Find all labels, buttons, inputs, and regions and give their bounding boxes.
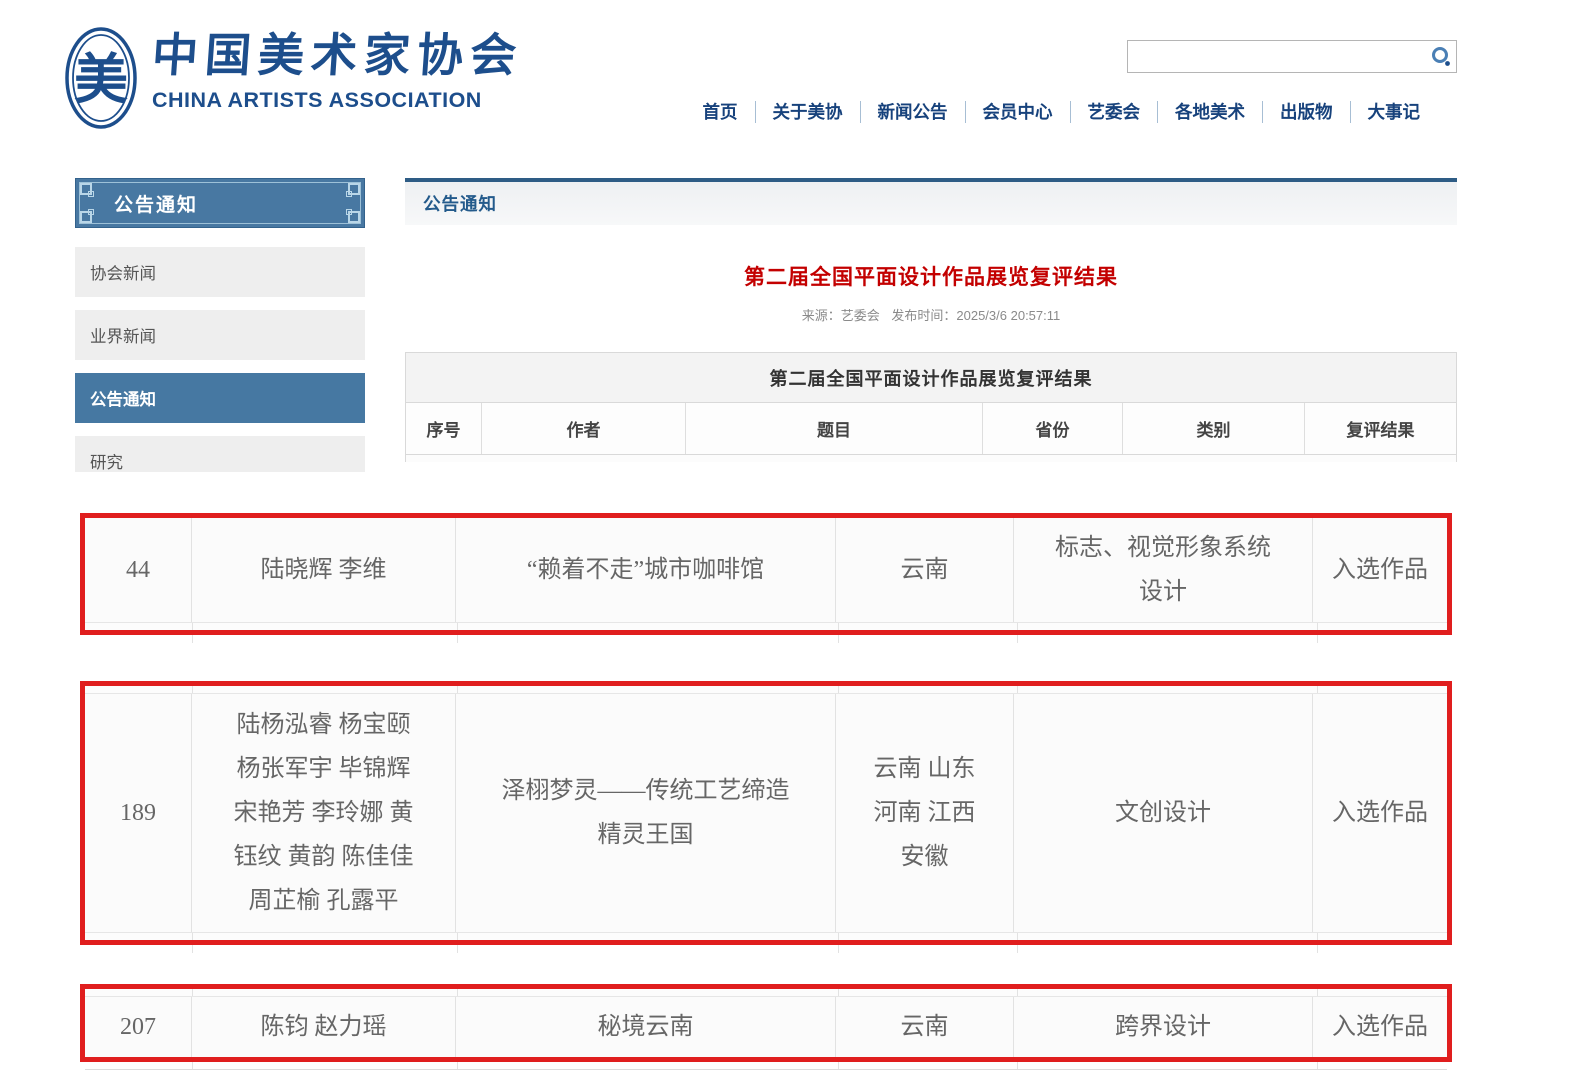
logo-seal-icon: 美 — [64, 26, 138, 130]
table-row-189: 189 陆杨泓睿 杨宝颐 杨张军宇 毕锦辉 宋艳芳 李玲娜 黄 钰纹 黄韵 陈佳… — [80, 681, 1452, 945]
site-header: 美 中国美术家协会 CHINA ARTISTS ASSOCIATION 首页 — [0, 0, 1586, 150]
cell-province: 云南 — [836, 518, 1014, 622]
content-row: 公告通知 协会新闻 业界新闻 公告通知 研究 公告通知 第二届全国平面设计作品展… — [0, 150, 1586, 472]
cell-title: “赖着不走”城市咖啡馆 — [456, 518, 836, 622]
cell-title: 泽栩梦灵——传统工艺缔造 精灵王国 — [456, 694, 836, 932]
table-row: 189 陆杨泓睿 杨宝颐 杨张军宇 毕锦辉 宋艳芳 李玲娜 黄 钰纹 黄韵 陈佳… — [85, 694, 1447, 932]
main-content: 公告通知 第二届全国平面设计作品展览复评结果 来源：艺委会 发布时间：2025/… — [405, 178, 1457, 472]
nav-item-news-announcements[interactable]: 新闻公告 — [860, 101, 965, 123]
article-meta: 来源：艺委会 发布时间：2025/3/6 20:57:11 — [405, 305, 1457, 324]
column-header-serial: 序号 — [406, 403, 482, 454]
column-header-authors: 作者 — [482, 403, 686, 454]
meta-published: 发布时间：2025/3/6 20:57:11 — [891, 308, 1060, 323]
meta-source: 来源：艺委会 — [802, 308, 880, 323]
svg-text:美: 美 — [74, 50, 128, 110]
cell-province: 云南 山东 河南 江西 安徽 — [836, 694, 1014, 932]
table-row: 207 陈钧 赵力瑶 秘境云南 云南 跨界设计 入选作品 — [85, 997, 1447, 1057]
cell-serial: 44 — [85, 518, 192, 622]
cell-title: 秘境云南 — [456, 997, 836, 1057]
cell-serial: 189 — [85, 694, 192, 932]
column-header-title: 题目 — [686, 403, 983, 454]
breadcrumb: 公告通知 — [423, 191, 497, 216]
corner-ornament-icon — [346, 209, 362, 225]
cell-authors: 陆杨泓睿 杨宝颐 杨张军宇 毕锦辉 宋艳芳 李玲娜 黄 钰纹 黄韵 陈佳佳 周芷… — [192, 694, 456, 932]
sidebar-title: 公告通知 — [114, 190, 198, 217]
column-header-result: 复评结果 — [1305, 403, 1456, 454]
table-header-row: 序号 作者 题目 省份 类别 复评结果 — [406, 403, 1456, 455]
nav-item-publications[interactable]: 出版物 — [1262, 101, 1350, 123]
crop-sliver — [85, 622, 1447, 630]
page: 美 中国美术家协会 CHINA ARTISTS ASSOCIATION 首页 — [0, 0, 1586, 1077]
crop-sliver — [85, 1062, 1447, 1070]
cell-authors: 陆晓辉 李维 — [192, 518, 456, 622]
crop-sliver — [85, 945, 1447, 953]
nav-item-art-committee[interactable]: 艺委会 — [1070, 101, 1158, 123]
nav-item-home[interactable]: 首页 — [686, 101, 755, 123]
website-capture: 美 中国美术家协会 CHINA ARTISTS ASSOCIATION 首页 — [0, 0, 1586, 472]
cell-authors: 陈钧 赵力瑶 — [192, 997, 456, 1057]
corner-ornament-icon — [78, 181, 94, 197]
crop-sliver — [85, 989, 1447, 997]
table-row-sliver — [406, 455, 1456, 462]
search-input[interactable] — [1128, 41, 1426, 72]
search-icon[interactable] — [1426, 41, 1456, 72]
sidebar-item-research[interactable]: 研究 — [75, 436, 365, 472]
corner-ornament-icon — [346, 181, 362, 197]
cell-result: 入选作品 — [1313, 518, 1447, 622]
search-box — [1127, 40, 1457, 73]
table-row: 44 陆晓辉 李维 “赖着不走”城市咖啡馆 云南 标志、视觉形象系统 设计 入选… — [85, 518, 1447, 622]
nav-item-member-center[interactable]: 会员中心 — [965, 101, 1070, 123]
sidebar-item-industry-news[interactable]: 业界新闻 — [75, 310, 365, 360]
corner-ornament-icon — [78, 209, 94, 225]
nav-item-about[interactable]: 关于美协 — [755, 101, 860, 123]
page-title: 第二届全国平面设计作品展览复评结果 — [405, 261, 1457, 291]
cell-category: 文创设计 — [1014, 694, 1313, 932]
column-header-category: 类别 — [1123, 403, 1305, 454]
cell-category: 标志、视觉形象系统 设计 — [1014, 518, 1313, 622]
cell-category: 跨界设计 — [1014, 997, 1313, 1057]
crop-sliver — [85, 686, 1447, 694]
highlighted-rows: 44 陆晓辉 李维 “赖着不走”城市咖啡馆 云南 标志、视觉形象系统 设计 入选… — [0, 513, 1586, 1070]
logo-title-cn: 中国美术家协会 — [150, 26, 525, 86]
sidebar-item-association-news[interactable]: 协会新闻 — [75, 247, 365, 297]
crop-sliver — [85, 932, 1447, 940]
table-row-44: 44 陆晓辉 李维 “赖着不走”城市咖啡馆 云南 标志、视觉形象系统 设计 入选… — [80, 513, 1452, 635]
logo-title-en: CHINA ARTISTS ASSOCIATION — [152, 88, 523, 113]
column-header-province: 省份 — [983, 403, 1123, 454]
cell-result: 入选作品 — [1313, 694, 1447, 932]
table-caption: 第二届全国平面设计作品展览复评结果 — [406, 353, 1456, 403]
sidebar-title-panel: 公告通知 — [75, 178, 365, 228]
table-row-207: 207 陈钧 赵力瑶 秘境云南 云南 跨界设计 入选作品 — [80, 984, 1452, 1062]
logo-text: 中国美术家协会 CHINA ARTISTS ASSOCIATION — [152, 26, 523, 113]
crop-sliver — [85, 635, 1447, 643]
main-nav: 首页 关于美协 新闻公告 会员中心 艺委会 各地美术 出版物 大事记 — [686, 101, 1438, 123]
cell-serial: 207 — [85, 997, 192, 1057]
nav-item-regional-art[interactable]: 各地美术 — [1157, 101, 1262, 123]
cell-result: 入选作品 — [1313, 997, 1447, 1057]
results-table: 第二届全国平面设计作品展览复评结果 序号 作者 题目 省份 类别 复评结果 — [405, 352, 1457, 462]
sidebar: 公告通知 协会新闻 业界新闻 公告通知 研究 — [75, 178, 365, 472]
cell-province: 云南 — [836, 997, 1014, 1057]
breadcrumb-bar: 公告通知 — [405, 178, 1457, 225]
nav-item-major-events[interactable]: 大事记 — [1350, 101, 1438, 123]
logo[interactable]: 美 中国美术家协会 CHINA ARTISTS ASSOCIATION — [64, 26, 523, 130]
sidebar-item-announcements[interactable]: 公告通知 — [75, 373, 365, 423]
